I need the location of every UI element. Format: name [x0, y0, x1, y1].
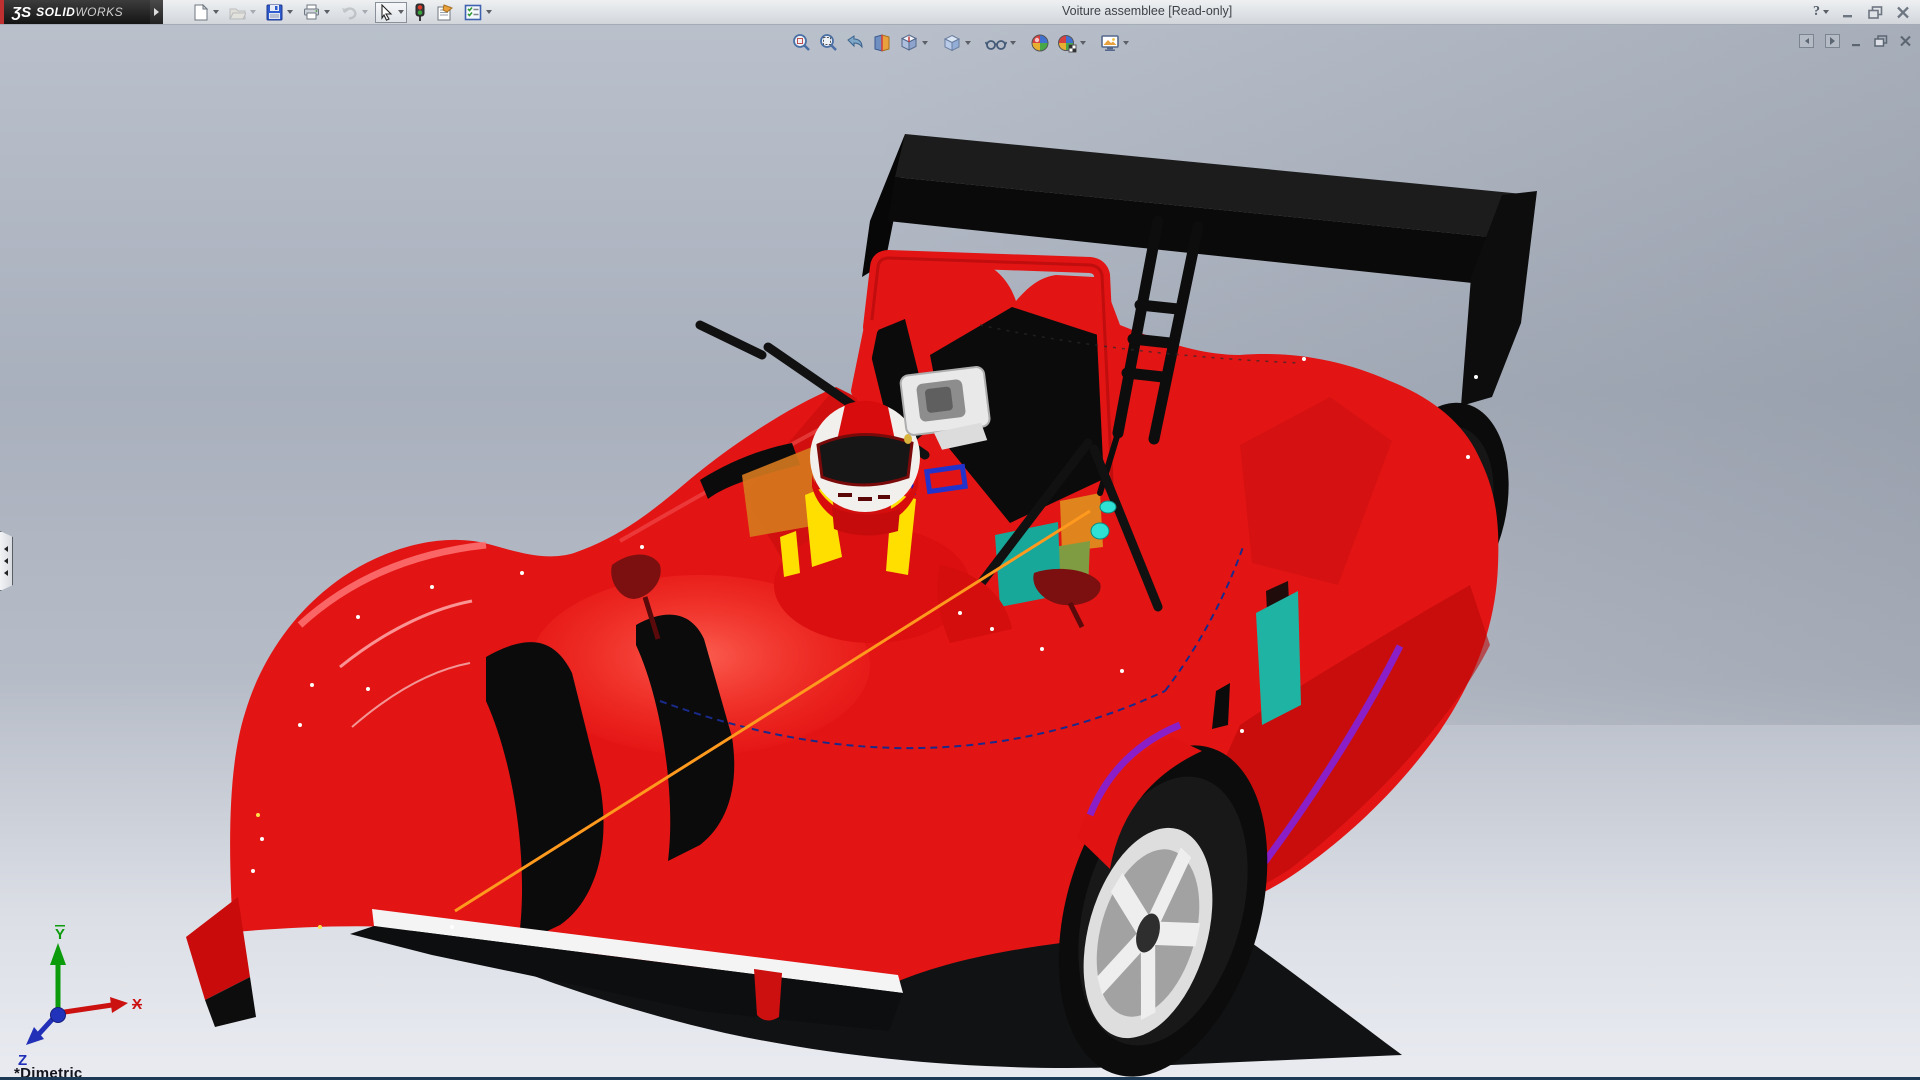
section-view-icon [872, 33, 892, 53]
design-binder-button[interactable] [433, 2, 457, 23]
apply-scene-caret[interactable] [1080, 41, 1086, 45]
minimize-button[interactable] [1842, 6, 1855, 18]
document-restore-button[interactable] [1874, 35, 1888, 47]
edit-appearance-button[interactable] [1028, 32, 1052, 54]
main-toolbar [189, 0, 495, 24]
display-style-caret[interactable] [965, 41, 971, 45]
document-minimize-button[interactable] [1851, 36, 1863, 47]
brand-name-light: WORKS [75, 5, 123, 19]
help-icon: ? [1813, 4, 1820, 20]
zoom-to-fit-icon [791, 33, 811, 53]
tow-hook[interactable] [754, 969, 782, 1021]
appearance-sphere-icon [1030, 33, 1050, 53]
collapse-arrow-icon [4, 546, 8, 552]
options-dropdown-caret[interactable] [486, 10, 492, 14]
notebook-hand-icon [436, 4, 454, 21]
open-dropdown-caret[interactable] [250, 10, 256, 14]
view-settings-icon [1100, 33, 1120, 53]
nav-next-button[interactable] [1825, 34, 1840, 48]
select-cursor-icon [378, 4, 394, 21]
hide-show-items-button[interactable] [983, 32, 1018, 54]
title-bar: ƷS SOLIDWORKS [0, 0, 1920, 25]
help-button[interactable]: ? [1813, 4, 1829, 20]
graphics-viewport[interactable]: Y X Z [0, 25, 1920, 1080]
nav-previous-button[interactable] [1799, 34, 1814, 48]
expand-arrow-icon [154, 8, 159, 16]
previous-view-icon [845, 33, 865, 53]
apply-scene-button[interactable] [1055, 32, 1088, 54]
restore-button[interactable] [1868, 6, 1883, 19]
solidworks-logo: ƷS SOLIDWORKS [0, 0, 150, 24]
save-button[interactable] [263, 2, 296, 23]
view-orientation-caret[interactable] [922, 41, 928, 45]
hide-show-items-caret[interactable] [1010, 41, 1016, 45]
undo-arrow-icon [340, 4, 358, 21]
undo-dropdown-caret[interactable] [362, 10, 368, 14]
model-scene[interactable]: Y X Z [0, 25, 1920, 1077]
triad-y-label: Y [55, 926, 65, 943]
solidworks-logo-glyph: ƷS [12, 4, 31, 21]
display-style-button[interactable] [940, 32, 973, 54]
section-view-button[interactable] [870, 32, 894, 54]
view-settings-caret[interactable] [1123, 41, 1129, 45]
print-dropdown-caret[interactable] [324, 10, 330, 14]
view-orientation-button[interactable] [897, 32, 930, 54]
options-checklist-button[interactable] [461, 2, 495, 23]
undo-button[interactable] [337, 2, 371, 23]
eyeglasses-icon [985, 33, 1007, 53]
apply-scene-icon [1057, 33, 1077, 53]
zoom-to-fit-button[interactable] [789, 32, 813, 54]
menu-expand-tab[interactable] [150, 0, 163, 24]
collapse-arrow-icon [4, 558, 8, 564]
printer-icon [303, 4, 320, 21]
nav-next-icon [1830, 37, 1835, 45]
save-floppy-icon [266, 4, 283, 21]
document-window-controls [1799, 34, 1912, 48]
help-dropdown-caret[interactable] [1823, 10, 1829, 14]
window-title: Voiture assemblee [Read-only] [1062, 4, 1232, 18]
solidworks-window: ƷS SOLIDWORKS [0, 0, 1920, 1080]
nav-previous-icon [1805, 38, 1809, 44]
feature-panel-collapsed-tab[interactable] [0, 531, 13, 591]
checklist-icon [464, 4, 482, 21]
zoom-to-area-button[interactable] [816, 32, 840, 54]
collapse-arrow-icon [4, 570, 8, 576]
brand-name-bold: SOLID [36, 5, 75, 19]
select-dropdown-caret[interactable] [398, 10, 404, 14]
view-orientation-label: *Dimetric [14, 1065, 83, 1080]
new-dropdown-caret[interactable] [213, 10, 219, 14]
new-document-icon [192, 4, 209, 21]
new-document-button[interactable] [189, 2, 222, 23]
display-style-icon [942, 33, 962, 53]
traffic-light-icon [414, 3, 426, 21]
previous-view-button[interactable] [843, 32, 867, 54]
close-button[interactable] [1896, 6, 1910, 19]
triad-x-label: X [132, 996, 142, 1013]
zoom-to-area-icon [818, 33, 838, 53]
select-tool-button[interactable] [375, 2, 407, 23]
open-document-button[interactable] [226, 2, 259, 23]
save-dropdown-caret[interactable] [287, 10, 293, 14]
selection-filter-button[interactable] [411, 1, 429, 23]
heads-up-view-toolbar [789, 32, 1131, 54]
print-button[interactable] [300, 2, 333, 23]
view-orientation-icon [899, 33, 919, 53]
open-folder-icon [229, 4, 246, 21]
view-settings-button[interactable] [1098, 32, 1131, 54]
window-controls: ? [1813, 0, 1910, 24]
document-close-button[interactable] [1899, 35, 1912, 47]
